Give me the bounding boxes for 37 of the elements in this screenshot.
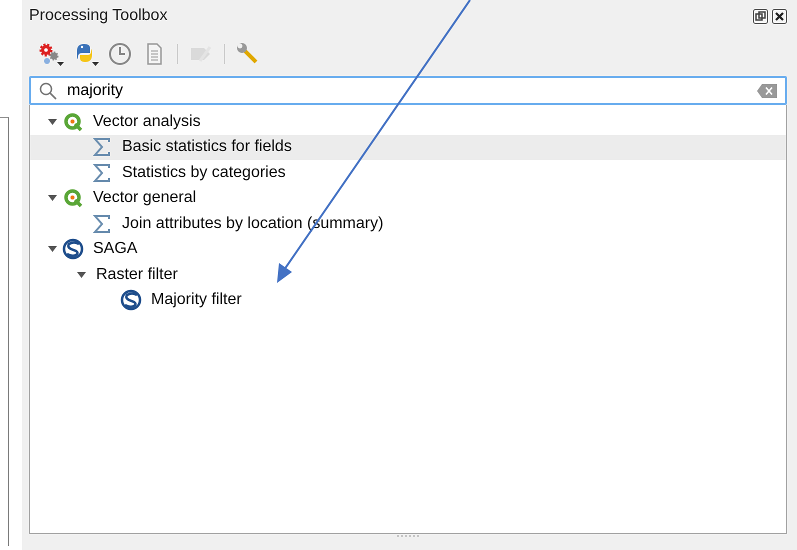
qgis-logo-icon <box>63 188 83 208</box>
saga-logo-icon <box>120 289 142 312</box>
tree-row[interactable]: Vector analysis <box>30 109 786 134</box>
tree-row[interactable]: Statistics by categories <box>30 160 786 186</box>
panel-title: Processing Toolbox <box>29 6 168 26</box>
search-input[interactable]: majority <box>67 78 747 102</box>
tree-item-label: Basic statistics for fields <box>122 137 292 158</box>
collapse-arrow-icon[interactable] <box>76 272 86 278</box>
tree-item-label: Raster filter <box>96 264 178 285</box>
search-icon <box>39 82 57 100</box>
collapse-arrow-icon[interactable] <box>48 118 56 125</box>
tree-row[interactable]: Majority filter <box>30 288 786 313</box>
tree-item-label: Vector analysis <box>93 112 201 132</box>
tree-row[interactable]: SAGA <box>30 236 786 262</box>
caret-icon[interactable] <box>57 62 64 67</box>
tree-row[interactable]: Vector general <box>30 186 786 211</box>
saga-logo-icon <box>62 238 84 260</box>
sigma-icon <box>93 162 111 183</box>
qgis-logo-icon <box>63 112 83 132</box>
resize-grip-icon[interactable] <box>396 534 420 538</box>
collapse-arrow-icon[interactable] <box>48 246 56 252</box>
clock-button[interactable] <box>107 41 133 67</box>
sigma-icon <box>93 137 111 158</box>
tree-item-label: Majority filter <box>151 290 242 310</box>
gears-button[interactable] <box>37 41 64 67</box>
clear-icon[interactable] <box>757 84 777 98</box>
caret-icon[interactable] <box>92 62 99 67</box>
tree-item-label: Vector general <box>93 188 196 208</box>
tree-item-label: Statistics by categories <box>122 162 286 183</box>
tree-row[interactable]: Raster filter <box>30 262 786 288</box>
tree-row[interactable]: Basic statistics for fields <box>30 134 786 160</box>
close-icon[interactable] <box>772 8 787 24</box>
sigma-icon <box>93 214 111 234</box>
search-field[interactable]: majority <box>29 76 787 105</box>
float-icon[interactable] <box>753 8 768 24</box>
collapse-arrow-icon[interactable] <box>48 195 56 202</box>
tree-item-label: SAGA <box>93 239 138 260</box>
